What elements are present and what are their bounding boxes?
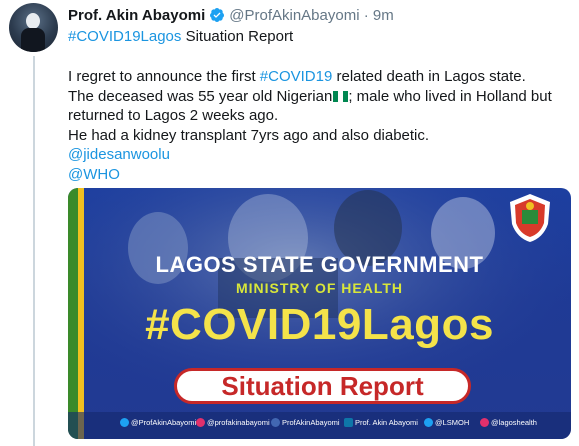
author-name[interactable]: Prof. Akin Abayomi xyxy=(68,7,205,24)
situation-report-text: Situation Report xyxy=(221,371,424,401)
card-government-title: LAGOS STATE GOVERNMENT xyxy=(155,252,484,277)
verified-badge-icon xyxy=(209,7,225,29)
mention-jidesanwoolu-link[interactable]: @jidesanwoolu xyxy=(68,145,568,165)
card-social-bar: @ProfAkinAbayomi @profakinabayomi ProfAk… xyxy=(68,412,571,439)
social-item: @LSMOH xyxy=(424,418,469,428)
hashtag-covid19-link[interactable]: #COVID19 xyxy=(260,68,333,85)
instagram-icon xyxy=(196,418,205,427)
report-text: Situation Report xyxy=(181,28,294,45)
facebook-icon xyxy=(271,418,280,427)
social-label: ProfAkinAbayomi xyxy=(282,418,340,427)
social-label: Prof. Akin Abayomi xyxy=(355,418,418,427)
body-line-2-b: ; male who lived in Holland but xyxy=(348,87,552,105)
hashtag-link[interactable]: #COVID19Lagos xyxy=(68,28,181,45)
twitter-icon xyxy=(424,418,433,427)
thread-line xyxy=(33,56,35,446)
social-item: Prof. Akin Abayomi xyxy=(344,418,418,428)
body-line-1: I regret to announce the first #COVID19 … xyxy=(68,67,568,87)
body-line-1-b: related death in Lagos state. xyxy=(332,68,526,85)
separator-dot: · xyxy=(363,7,369,24)
body-line-1-a: I regret to announce the first xyxy=(68,68,260,85)
mention-who-link[interactable]: @WHO xyxy=(68,165,568,185)
tweet-header: Prof. Akin Abayomi @ProfAkinAbayomi · 9m xyxy=(68,6,394,29)
card-ministry-title: MINISTRY OF HEALTH xyxy=(235,280,404,296)
author-handle[interactable]: @ProfAkinAbayomi xyxy=(229,7,359,24)
tweet-time[interactable]: 9m xyxy=(373,7,394,24)
instagram-icon xyxy=(480,418,489,427)
lagos-crest-icon xyxy=(510,194,550,242)
linkedin-icon xyxy=(344,418,353,427)
twitter-icon xyxy=(120,418,129,427)
social-item: @ProfAkinAbayomi xyxy=(120,418,196,428)
body-line-4: He had a kidney transplant 7yrs ago and … xyxy=(68,126,430,144)
social-label: @LSMOH xyxy=(435,418,470,427)
media-card-image[interactable]: LAGOS STATE GOVERNMENT MINISTRY OF HEALT… xyxy=(68,188,571,439)
card-hashtag-title: #COVID19Lagos xyxy=(145,300,494,349)
tweet-first-line: #COVID19Lagos Situation Report xyxy=(68,27,293,47)
social-label: @profakinabayomi xyxy=(207,418,270,427)
tweet-body: I regret to announce the first #COVID19 … xyxy=(68,67,568,184)
body-line-2-a: The deceased was 55 year old Nigerian xyxy=(68,87,333,105)
author-avatar[interactable] xyxy=(9,3,58,52)
social-item: ProfAkinAbayomi xyxy=(271,418,340,428)
social-item: @lagoshealth xyxy=(480,418,537,428)
avatar-body xyxy=(21,28,45,52)
social-label: @lagoshealth xyxy=(491,418,537,427)
social-label: @ProfAkinAbayomi xyxy=(131,418,197,427)
nigeria-flag-icon xyxy=(333,88,349,102)
body-line-3: returned to Lagos 2 weeks ago. xyxy=(68,107,279,124)
avatar-head xyxy=(26,13,40,29)
situation-report-banner: Situation Report xyxy=(174,368,471,404)
social-item: @profakinabayomi xyxy=(196,418,270,428)
body-line-2: The deceased was 55 year old Nigerian ; m… xyxy=(68,87,568,107)
